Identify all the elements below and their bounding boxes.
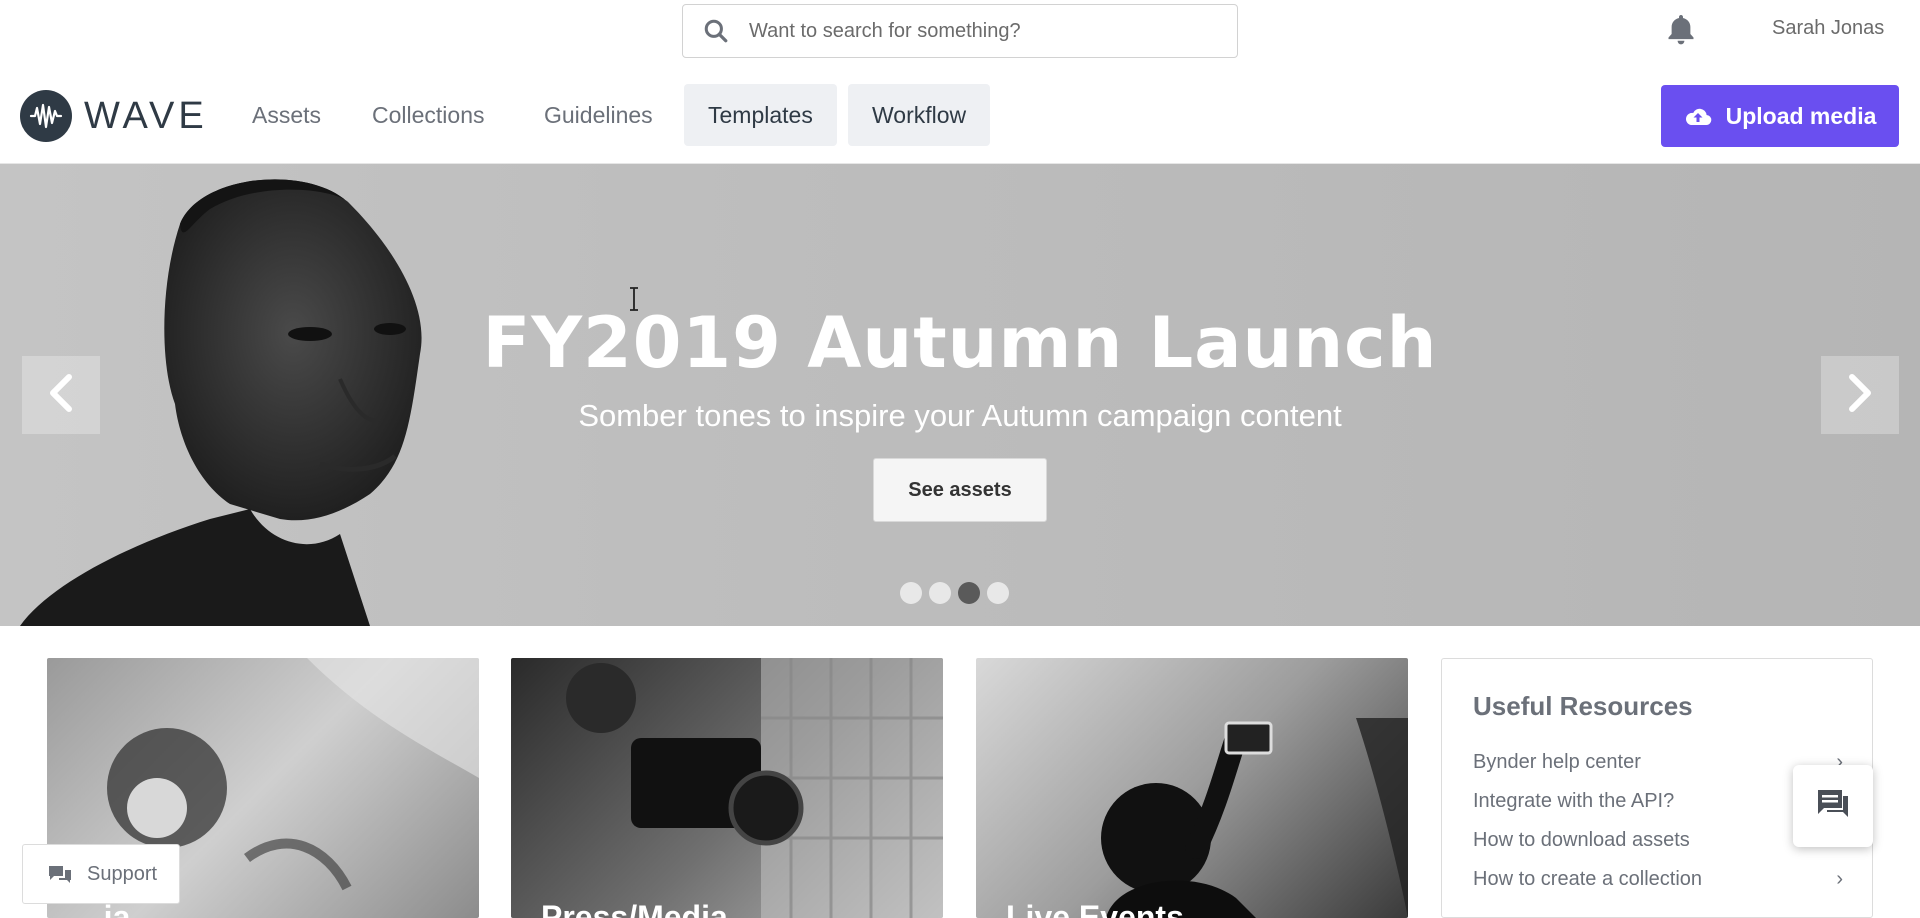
collection-card[interactable]: Press/Media: [511, 658, 943, 918]
concert-photo: [1101, 718, 1408, 918]
resource-link-label: Integrate with the API?: [1473, 790, 1675, 812]
resource-link[interactable]: How to create a collection ›: [1473, 868, 1843, 891]
hero-title: FY2019 Autumn Launch: [482, 302, 1438, 384]
carousel-dot-2[interactable]: [929, 582, 951, 604]
resource-link-label: How to create a collection: [1473, 868, 1703, 890]
resource-link[interactable]: How to download assets ›: [1473, 829, 1843, 852]
carousel-dot-4[interactable]: [987, 582, 1009, 604]
wave-logo-icon: [20, 90, 72, 142]
user-name[interactable]: Sarah Jonas: [1772, 17, 1884, 40]
brand-name: WAVE: [84, 94, 208, 137]
search-box[interactable]: [682, 4, 1238, 58]
see-assets-button[interactable]: See assets: [873, 458, 1047, 522]
resources-title: Useful Resources: [1473, 691, 1693, 721]
resource-link-label: Bynder help center: [1473, 751, 1641, 773]
upload-media-label: Upload media: [1725, 102, 1877, 129]
cloud-upload-icon: [1684, 105, 1712, 127]
carousel-prev-button[interactable]: [22, 356, 100, 434]
carousel-dot-3[interactable]: [958, 582, 980, 604]
chevron-left-icon: [47, 373, 75, 418]
nav-collections[interactable]: Collections: [348, 84, 509, 146]
resource-link[interactable]: Integrate with the API? ›: [1473, 790, 1843, 813]
hero-carousel: FY2019 Autumn Launch Somber tones to ins…: [0, 164, 1920, 626]
hero-subtitle: Somber tones to inspire your Autumn camp…: [578, 398, 1342, 433]
nav-templates[interactable]: Templates: [684, 84, 837, 146]
card-title: Press/Media: [541, 899, 728, 918]
top-bar: Sarah Jonas: [0, 0, 1920, 60]
resource-link[interactable]: Bynder help center ›: [1473, 751, 1843, 774]
chevron-right-icon: [1846, 373, 1874, 418]
chevron-right-icon: ›: [1836, 868, 1843, 890]
nav-guidelines[interactable]: Guidelines: [520, 84, 677, 146]
resource-link-label: How to download assets: [1473, 829, 1690, 851]
support-button[interactable]: Support: [22, 844, 180, 904]
chat-bubbles-icon: [47, 864, 73, 884]
brand-logo[interactable]: WAVE: [20, 90, 208, 142]
carousel-dot-1[interactable]: [900, 582, 922, 604]
support-label: Support: [87, 862, 158, 885]
search-icon: [683, 18, 749, 44]
film-crew-photo: [566, 658, 943, 918]
nav-workflow[interactable]: Workflow: [848, 84, 991, 146]
upload-media-button[interactable]: Upload media: [1661, 85, 1899, 147]
chat-icon: [1815, 787, 1851, 826]
nav-assets[interactable]: Assets: [228, 84, 345, 146]
carousel-dots: [900, 582, 1009, 604]
card-title: Live Events: [1006, 899, 1184, 918]
notifications-bell-icon[interactable]: [1664, 12, 1698, 48]
search-input[interactable]: [749, 19, 1209, 43]
carousel-next-button[interactable]: [1821, 356, 1899, 434]
chat-widget-button[interactable]: [1793, 765, 1873, 847]
main-nav: WAVE Assets Collections Guidelines Templ…: [0, 60, 1920, 164]
collection-card[interactable]: Live Events: [976, 658, 1408, 918]
